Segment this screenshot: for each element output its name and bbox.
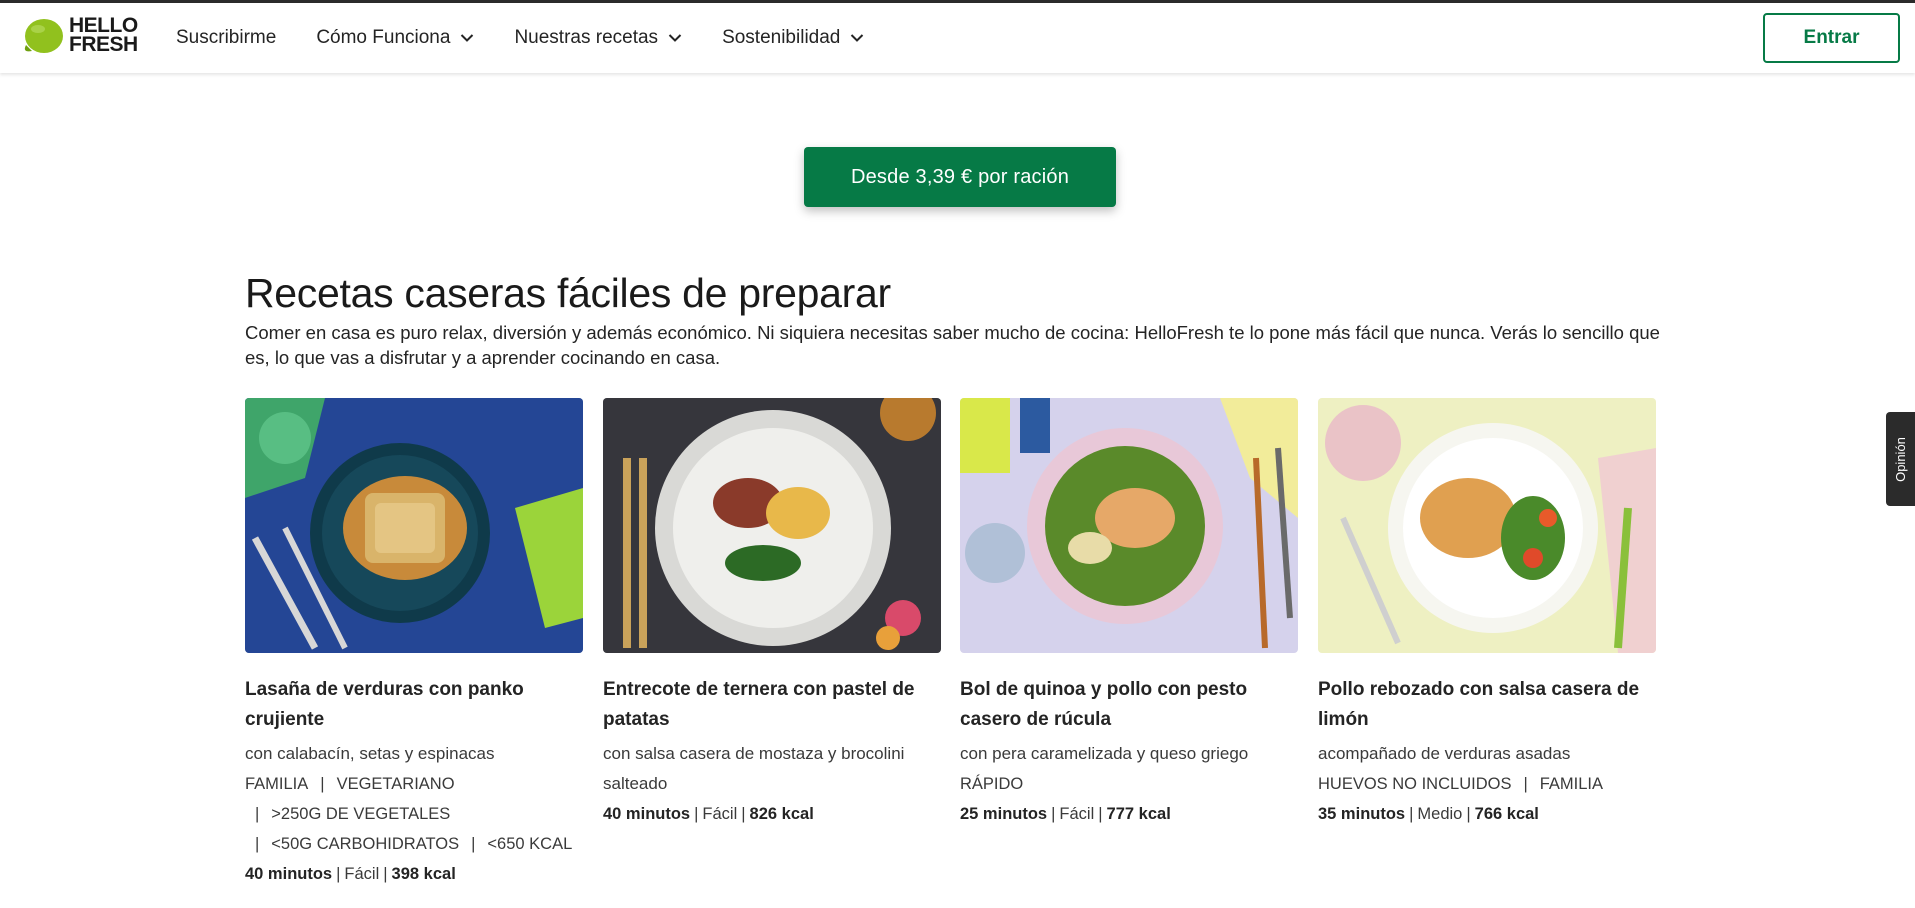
recipe-tags: | >250G DE VEGETALES [245, 799, 583, 829]
recipe-kcal: 826 kcal [749, 805, 814, 823]
nav-label: Suscribirme [176, 27, 277, 48]
recipe-time: 40 minutos [245, 865, 333, 883]
recipe-tag: HUEVOS NO INCLUIDOS [1318, 775, 1512, 793]
recipe-image-quinoa-bowl[interactable] [960, 398, 1298, 653]
recipe-tags: FAMILIA | VEGETARIANO [245, 769, 583, 799]
nav-label: Sostenibilidad [722, 27, 841, 48]
recipe-tag: <650 KCAL [487, 835, 573, 853]
recipe-kcal: 777 kcal [1106, 805, 1171, 823]
tag-separator: | [471, 835, 476, 853]
chevron-down-icon [461, 34, 474, 42]
recipe-subtitle: con salsa casera de mostaza y brocolini … [603, 744, 905, 793]
recipe-meta: 40 minutos | Fácil | 826 kcal [603, 799, 941, 829]
tag-separator: | [320, 775, 325, 793]
tag-separator: | [255, 835, 260, 853]
recipe-tag: >250G DE VEGETALES [271, 805, 451, 823]
recipe-tags: | <50G CARBOHIDRATOS | <650 KCAL [245, 829, 583, 859]
recipe-meta: 35 minutos | Medio | 766 kcal [1318, 799, 1656, 829]
section-description: Comer en casa es puro relax, diversión y… [245, 322, 1660, 368]
chevron-down-icon [851, 34, 864, 42]
nav-sostenibilidad[interactable]: Sostenibilidad [722, 27, 864, 49]
recipe-card[interactable]: Lasaña de verduras con panko crujiente c… [245, 398, 583, 889]
recipe-time: 40 minutos [603, 805, 691, 823]
recipe-title[interactable]: Lasaña de verduras con panko crujiente [245, 675, 583, 735]
recipe-image-entrecote[interactable] [603, 398, 941, 653]
nav-suscribirme[interactable]: Suscribirme [176, 27, 276, 49]
recipe-tag: FAMILIA [1539, 775, 1604, 793]
hellofresh-logo[interactable]: HELLO FRESH [20, 15, 138, 55]
lime-logo-icon [24, 19, 63, 53]
nav-label: Cómo Funciona [316, 27, 451, 48]
recipe-kcal: 766 kcal [1474, 805, 1539, 823]
tag-separator: | [1523, 775, 1528, 793]
meta-separator: | [1466, 805, 1471, 823]
recipe-difficulty: Fácil [702, 805, 738, 823]
recipe-time: 25 minutos [960, 805, 1048, 823]
feedback-tab[interactable]: Opinión [1886, 412, 1915, 506]
recipe-image-breaded-chicken[interactable] [1318, 398, 1656, 653]
recipe-time: 35 minutos [1318, 805, 1406, 823]
recipe-image-lasagna[interactable] [245, 398, 583, 653]
pricing-cta-button[interactable]: Desde 3,39 € por ración [804, 147, 1116, 207]
recipe-card[interactable]: Bol de quinoa y pollo con pesto casero d… [960, 398, 1298, 829]
recipe-tag: VEGETARIANO [336, 775, 455, 793]
meta-separator: | [1409, 805, 1414, 823]
meta-separator: | [1051, 805, 1056, 823]
recipe-kcal: 398 kcal [391, 865, 456, 883]
recipe-title[interactable]: Bol de quinoa y pollo con pesto casero d… [960, 675, 1298, 735]
recipe-tags: RÁPIDO [960, 769, 1298, 799]
recipe-difficulty: Medio [1417, 805, 1463, 823]
recipe-difficulty: Fácil [344, 865, 380, 883]
recipe-subtitle: acompañado de verduras asadas [1318, 744, 1571, 763]
meta-separator: | [1098, 805, 1103, 823]
recipe-card[interactable]: Pollo rebozado con salsa casera de limón… [1318, 398, 1656, 829]
meta-separator: | [694, 805, 699, 823]
meta-separator: | [741, 805, 746, 823]
site-header: HELLO FRESH Suscribirme Cómo Funciona Nu… [0, 3, 1915, 73]
recipe-subtitle: con pera caramelizada y queso griego [960, 744, 1249, 763]
recipe-meta: 25 minutos | Fácil | 777 kcal [960, 799, 1298, 829]
logo-line-2: FRESH [69, 33, 138, 56]
login-button[interactable]: Entrar [1763, 13, 1900, 63]
logo-wordmark: HELLO FRESH [69, 15, 138, 56]
feedback-label: Opinión [1893, 436, 1908, 482]
meta-separator: | [336, 865, 341, 883]
recipe-meta: 40 minutos | Fácil | 398 kcal [245, 859, 583, 889]
recipe-tag: <50G CARBOHIDRATOS [271, 835, 460, 853]
chevron-down-icon [668, 34, 682, 42]
tag-separator: | [255, 805, 260, 823]
nav-nuestras-recetas[interactable]: Nuestras recetas [514, 27, 682, 49]
recipe-card[interactable]: Entrecote de ternera con pastel de patat… [603, 398, 941, 829]
recipe-tag: RÁPIDO [960, 775, 1024, 793]
recipe-subtitle: con calabacín, setas y espinacas [245, 744, 495, 763]
recipe-title[interactable]: Pollo rebozado con salsa casera de limón [1318, 675, 1656, 735]
nav-label: Nuestras recetas [514, 27, 659, 48]
nav-como-funciona[interactable]: Cómo Funciona [316, 27, 474, 49]
section-title: Recetas caseras fáciles de preparar [245, 270, 891, 316]
recipe-title[interactable]: Entrecote de ternera con pastel de patat… [603, 675, 941, 735]
recipe-difficulty: Fácil [1059, 805, 1095, 823]
recipe-tags: HUEVOS NO INCLUIDOS | FAMILIA [1318, 769, 1656, 799]
recipe-tag: FAMILIA [245, 775, 309, 793]
main-nav: Suscribirme Cómo Funciona Nuestras recet… [176, 3, 904, 73]
meta-separator: | [383, 865, 388, 883]
